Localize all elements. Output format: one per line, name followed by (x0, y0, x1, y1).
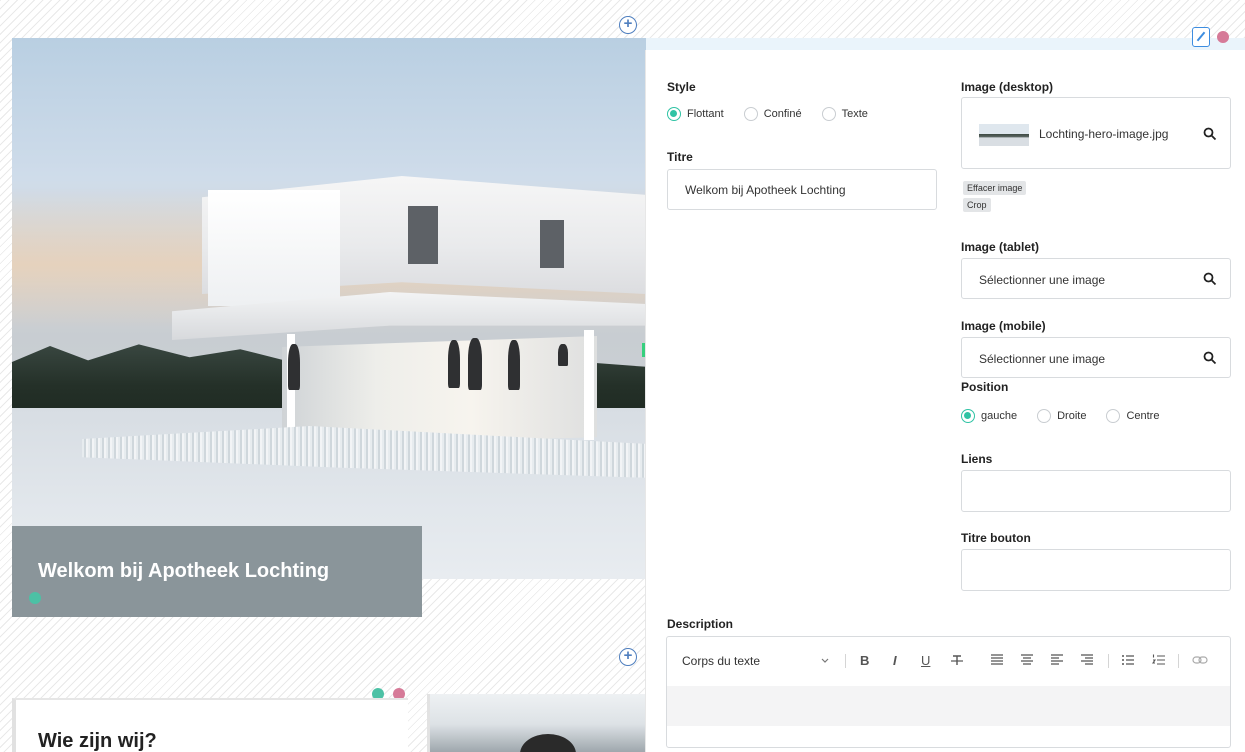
hero-image (12, 38, 646, 579)
building-upper-side (208, 190, 340, 306)
bullet-list-icon[interactable] (1121, 653, 1135, 667)
position-radio-centre[interactable] (1106, 409, 1121, 423)
style-radio-confine[interactable] (743, 107, 758, 121)
about-card-title: Wie zijn wij? (38, 730, 157, 752)
format-select[interactable]: Corps du texte (682, 654, 760, 668)
button-title-label: Titre bouton (961, 531, 1031, 545)
strikethrough-icon[interactable] (950, 653, 964, 667)
align-right-icon[interactable] (1080, 653, 1094, 667)
button-title-input[interactable] (961, 549, 1231, 591)
bold-button[interactable]: B (860, 653, 869, 668)
person-silhouette (288, 344, 300, 390)
add-section-button-middle[interactable]: + (619, 648, 637, 666)
image-mobile-placeholder: Sélectionner une image (979, 352, 1106, 366)
building-window (408, 206, 438, 264)
search-icon[interactable] (1203, 272, 1217, 286)
style-radio-group: Flottant Confiné Texte (667, 107, 882, 121)
building-column (584, 330, 594, 440)
style-option-label[interactable]: Confiné (764, 108, 802, 120)
clear-image-button[interactable]: Effacer image (963, 181, 1027, 195)
link-icon[interactable] (1192, 654, 1208, 666)
image-tablet-placeholder: Sélectionner une image (979, 273, 1106, 287)
building-window (540, 220, 564, 268)
toolbar-separator (845, 654, 846, 668)
description-label: Description (667, 617, 734, 631)
numbered-list-icon[interactable] (1152, 653, 1166, 667)
links-label: Liens (961, 452, 993, 466)
person-silhouette (468, 338, 482, 390)
add-section-button-top[interactable]: + (619, 16, 637, 34)
align-left-icon[interactable] (1050, 653, 1064, 667)
hero-caption[interactable]: Welkom bij Apotheek Lochting (38, 560, 329, 583)
style-radio-texte[interactable] (821, 107, 836, 121)
chevron-down-icon[interactable] (821, 658, 829, 664)
image-desktop-thumbnail (979, 124, 1029, 146)
crop-button[interactable]: Crop (963, 198, 991, 212)
underline-button[interactable]: U (921, 653, 930, 668)
description-text-area[interactable] (667, 686, 1230, 726)
image-mobile-picker[interactable]: Sélectionner une image (961, 337, 1231, 378)
title-input-value: Welkom bij Apotheek Lochting (685, 183, 846, 197)
title-input[interactable]: Welkom bij Apotheek Lochting (667, 169, 937, 210)
position-option-label[interactable]: Centre (1126, 410, 1159, 422)
caption-marker-dot[interactable] (29, 592, 41, 604)
image-mobile-label: Image (mobile) (961, 319, 1046, 333)
position-radio-group: gauche Droite Centre (961, 409, 1173, 423)
image-desktop-filename: Lochting-hero-image.jpg (1039, 127, 1169, 141)
image-tablet-label: Image (tablet) (961, 240, 1040, 254)
align-justify-icon[interactable] (990, 653, 1004, 667)
image-desktop-picker[interactable]: Lochting-hero-image.jpg (961, 97, 1231, 169)
style-label: Style (667, 80, 696, 94)
image-desktop-label: Image (desktop) (961, 80, 1054, 94)
edit-pencil-icon[interactable] (1192, 27, 1210, 47)
toolbar-separator (1178, 654, 1179, 668)
image-tablet-picker[interactable]: Sélectionner une image (961, 258, 1231, 299)
position-radio-gauche[interactable] (961, 409, 975, 423)
position-radio-droite[interactable] (1037, 409, 1052, 423)
links-input[interactable] (961, 470, 1231, 512)
person-silhouette (558, 344, 568, 366)
position-option-label[interactable]: gauche (981, 410, 1017, 422)
person-silhouette (448, 340, 460, 388)
italic-button[interactable]: I (893, 653, 897, 668)
style-option-label[interactable]: Texte (842, 108, 868, 120)
panel-options-dot[interactable] (1217, 31, 1229, 43)
search-icon[interactable] (1203, 351, 1217, 365)
search-icon[interactable] (1203, 127, 1217, 141)
position-option-label[interactable]: Droite (1057, 410, 1086, 422)
align-center-icon[interactable] (1020, 653, 1034, 667)
position-label: Position (961, 380, 1009, 394)
style-radio-flottant[interactable] (667, 107, 681, 121)
person-silhouette (508, 340, 520, 390)
toolbar-separator (1108, 654, 1109, 668)
title-label: Titre (667, 150, 693, 164)
style-option-label[interactable]: Flottant (687, 108, 724, 120)
